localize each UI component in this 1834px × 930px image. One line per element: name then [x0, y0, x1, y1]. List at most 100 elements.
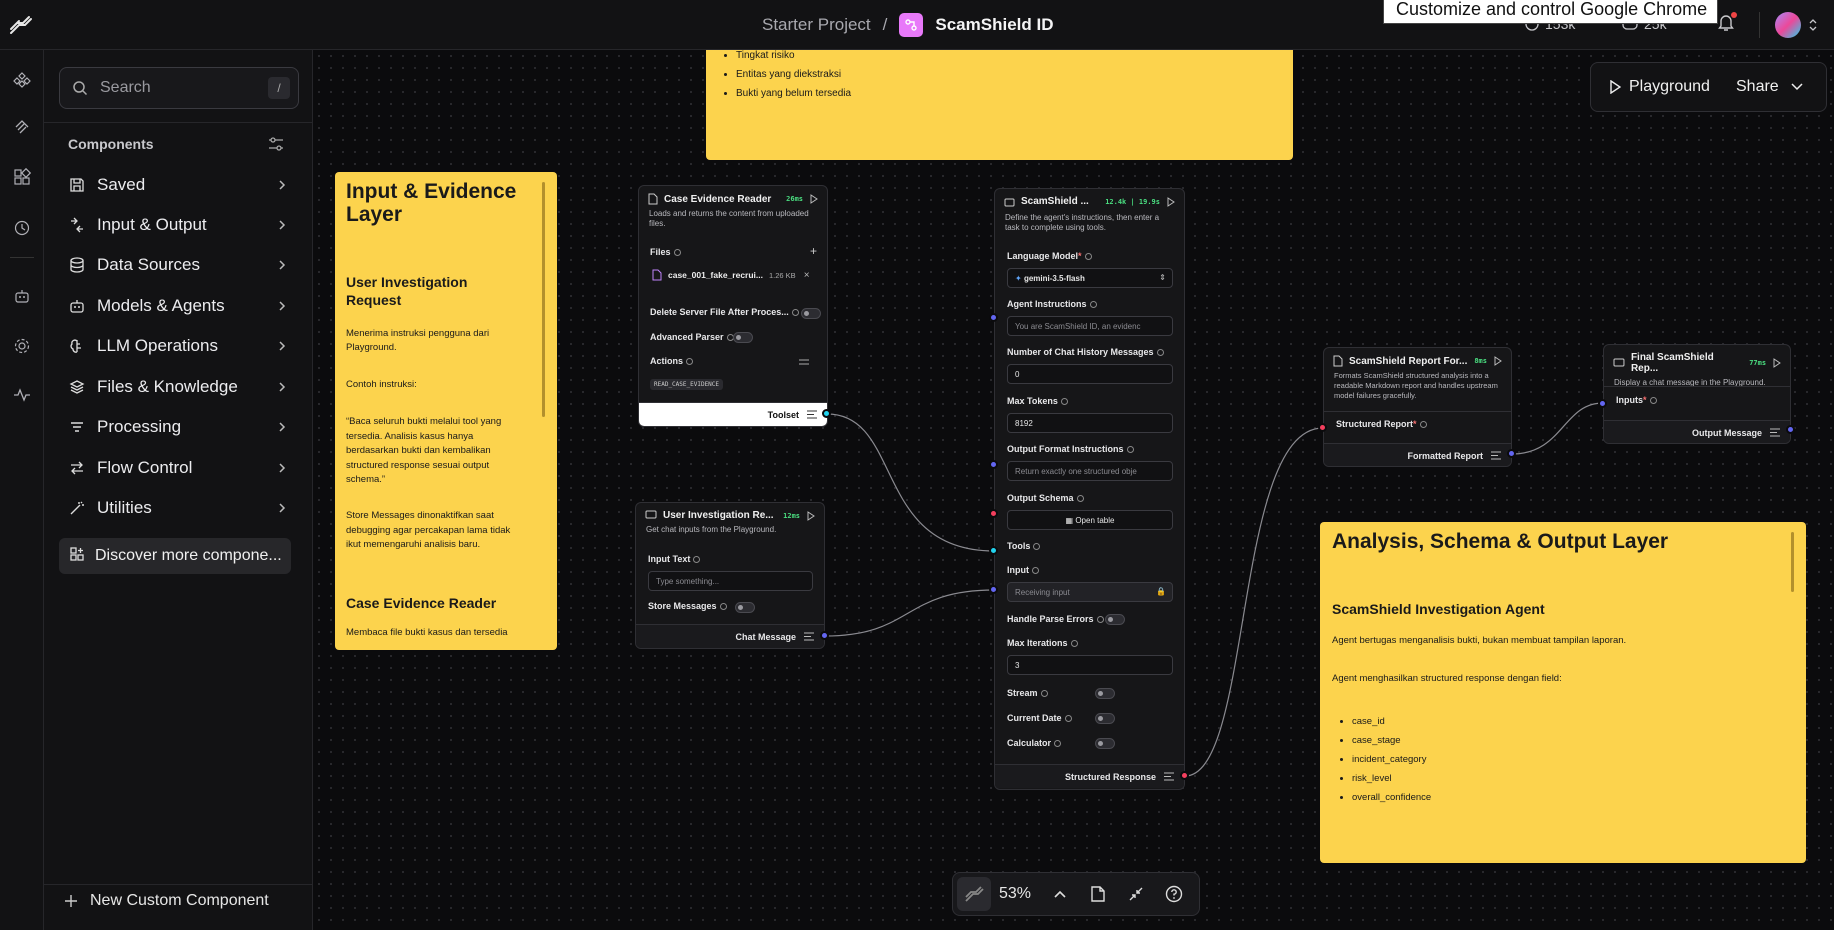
edge-chat-input[interactable] — [824, 589, 995, 637]
components-icon[interactable] — [10, 68, 34, 92]
settings-icon[interactable] — [10, 334, 34, 358]
play-icon[interactable] — [1772, 358, 1782, 368]
langflow-logo-icon[interactable] — [8, 12, 34, 38]
help-icon[interactable] — [1157, 877, 1191, 911]
output-inspect-icon[interactable] — [1770, 428, 1780, 437]
language-model-select[interactable]: ✦ gemini-3.5-flash ⇕ — [1007, 268, 1173, 288]
input-input-handle[interactable] — [989, 585, 998, 594]
input-text-field[interactable]: Type something... — [648, 571, 813, 591]
activity-icon[interactable] — [10, 383, 34, 407]
node-report-formatter[interactable]: ScamShield Report For... 8ms Formats Sca… — [1323, 347, 1512, 467]
sidebar-item-models-agents[interactable]: Models & Agents — [59, 289, 299, 323]
flow-canvas[interactable]: Tingkat risiko Entitas yang diekstraksi … — [313, 50, 1834, 930]
output-inspect-icon[interactable] — [1491, 451, 1501, 460]
actions-settings-icon[interactable] — [799, 358, 809, 366]
avatar[interactable] — [1775, 12, 1801, 38]
sidebar-item-files-knowledge[interactable]: Files & Knowledge — [59, 370, 299, 404]
delete-file-toggle[interactable] — [801, 308, 821, 319]
bundles-icon[interactable] — [10, 165, 34, 189]
sidebar-item-utilities[interactable]: Utilities — [59, 491, 299, 525]
file-item[interactable]: case_001_fake_recrui... 1.26 KB × — [652, 269, 822, 281]
node-scamshield-agent[interactable]: ScamShield ... 12.4k | 19.9s Define the … — [994, 188, 1185, 790]
account-menu-chevron-icon[interactable] — [1808, 18, 1818, 37]
sidebar-item-processing[interactable]: Processing — [59, 410, 299, 444]
calculator-toggle[interactable] — [1095, 738, 1115, 749]
edge-formatted-final[interactable] — [1511, 402, 1604, 455]
sidebar-item-input-output[interactable]: Input & Output — [59, 208, 299, 242]
format-input-handle[interactable] — [989, 460, 998, 469]
play-icon[interactable] — [1166, 196, 1176, 207]
search-input[interactable]: Search / — [59, 67, 299, 109]
max-tokens-stepper[interactable]: 8192 — [1007, 413, 1173, 433]
mcp-icon[interactable] — [10, 115, 34, 139]
share-button[interactable]: Share — [1736, 78, 1803, 96]
fit-view-icon[interactable] — [1119, 877, 1153, 911]
note-analysis-output-layer[interactable]: Analysis, Schema & Output Layer ScamShie… — [1320, 522, 1806, 863]
edge-toolset-tools[interactable] — [826, 413, 995, 552]
sidebar-item-llm-operations[interactable]: LLM Operations — [59, 329, 299, 363]
output-inspect-icon[interactable] — [807, 410, 817, 419]
output-label[interactable]: Structured Response — [1065, 772, 1156, 782]
open-table-button[interactable]: ▦ Open table — [1007, 510, 1173, 530]
structured-report-input-handle[interactable] — [1318, 423, 1327, 432]
node-case-evidence-reader[interactable]: Case Evidence Reader 26ms Loads and retu… — [638, 185, 828, 427]
edge-structured-report[interactable] — [1184, 427, 1324, 777]
new-custom-component-button[interactable]: New Custom Component — [64, 892, 269, 910]
play-icon[interactable] — [806, 510, 816, 521]
chevron-up-icon[interactable] — [1043, 877, 1077, 911]
add-note-icon[interactable] — [1081, 877, 1115, 911]
agent-instructions-label: Agent Instructions — [1007, 299, 1087, 309]
zoom-level[interactable]: 53% — [999, 885, 1031, 903]
note-top[interactable]: Tingkat risiko Entitas yang diekstraksi … — [706, 50, 1293, 160]
node-title: Final ScamShield Rep... — [1630, 352, 1714, 374]
current-date-label: Current Date — [1007, 713, 1062, 723]
action-tag[interactable]: READ_CASE_EVIDENCE — [650, 379, 724, 390]
note-heading: ScamShield Investigation Agent — [1332, 601, 1545, 617]
note-scrollbar[interactable] — [1791, 532, 1794, 592]
discover-more-button[interactable]: Discover more compone... — [59, 538, 291, 574]
node-user-investigation-request[interactable]: User Investigation Re... 12ms Get chat i… — [635, 502, 825, 649]
chevron-right-icon — [279, 463, 286, 473]
stream-toggle[interactable] — [1095, 688, 1115, 699]
formatted-report-output-handle[interactable] — [1507, 449, 1516, 458]
output-message-handle[interactable] — [1786, 425, 1795, 434]
note-input-evidence-layer[interactable]: Input & Evidence Layer User Investigatio… — [335, 172, 557, 650]
rail-divider — [10, 257, 34, 258]
toolset-output-handle[interactable] — [822, 409, 831, 418]
history-icon[interactable] — [10, 216, 34, 240]
tools-input-handle[interactable] — [989, 546, 998, 555]
filter-settings-icon[interactable] — [268, 136, 284, 157]
parse-errors-toggle[interactable] — [1105, 614, 1125, 625]
notification-bell-icon[interactable] — [1718, 12, 1737, 37]
canvas-mode-icon[interactable] — [957, 877, 991, 911]
current-date-toggle[interactable] — [1095, 713, 1115, 724]
instructions-input-handle[interactable] — [989, 313, 998, 322]
remove-file-icon[interactable]: × — [804, 270, 810, 281]
chat-message-output-handle[interactable] — [820, 631, 829, 640]
agent-input-value: Receiving input — [1015, 588, 1070, 597]
max-iterations-stepper[interactable]: 3 — [1007, 655, 1173, 675]
chat-history-stepper[interactable]: 0 — [1007, 364, 1173, 384]
agent-icon[interactable] — [10, 284, 34, 308]
note-scrollbar[interactable] — [542, 182, 545, 417]
output-inspect-icon[interactable] — [1164, 772, 1174, 781]
store-messages-toggle[interactable] — [735, 602, 755, 613]
sidebar-item-flow-control[interactable]: Flow Control — [59, 451, 299, 485]
project-name[interactable]: Starter Project — [762, 15, 871, 35]
final-inputs-handle[interactable] — [1598, 399, 1607, 408]
filter-icon — [67, 419, 87, 435]
flow-name[interactable]: ScamShield ID — [935, 15, 1053, 35]
play-icon[interactable] — [1493, 356, 1503, 366]
add-file-icon[interactable]: + — [810, 244, 817, 258]
advanced-parser-toggle[interactable] — [733, 332, 753, 343]
schema-input-handle[interactable] — [989, 509, 998, 518]
sidebar-item-saved[interactable]: Saved — [59, 168, 299, 202]
output-inspect-icon[interactable] — [804, 632, 814, 641]
output-format-field[interactable]: Return exactly one structured obje — [1007, 461, 1173, 481]
structured-response-output-handle[interactable] — [1180, 771, 1189, 780]
agent-instructions-field[interactable]: You are ScamShield ID, an evidenc — [1007, 316, 1173, 336]
play-icon[interactable] — [809, 194, 819, 204]
sidebar-item-data-sources[interactable]: Data Sources — [59, 248, 299, 282]
playground-button[interactable]: Playground — [1609, 78, 1710, 96]
node-final-report[interactable]: Final ScamShield Rep... 77ms Display a c… — [1603, 344, 1791, 444]
